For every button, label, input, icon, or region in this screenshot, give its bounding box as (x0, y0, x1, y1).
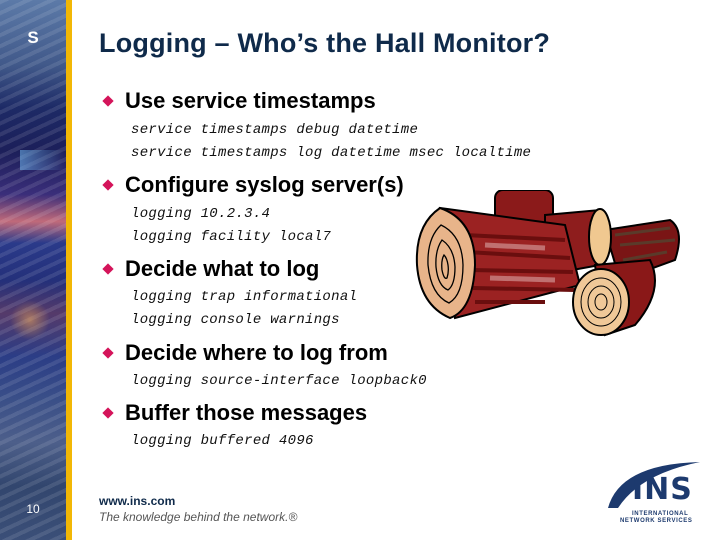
diamond-bullet-icon (102, 263, 114, 275)
sidebar-photo: S 10 (0, 0, 66, 540)
footer-url[interactable]: www.ins.com (99, 494, 175, 508)
bullet-item: Decide where to log from (102, 340, 388, 366)
logo-line1: INTERNATIONAL (632, 511, 689, 517)
slide-title: Logging – Who’s the Hall Monitor? (99, 28, 551, 58)
command-line: logging source-interface loopback0 (131, 373, 427, 389)
footer-tagline: The knowledge behind the network.® (99, 510, 298, 524)
bullet-heading: Decide where to log from (125, 340, 388, 365)
command-line: service timestamps log datetime msec loc… (131, 145, 532, 161)
sidebar-photo-highlight (10, 300, 50, 340)
logs-clipart-icon (415, 190, 680, 337)
bullet-heading: Decide what to log (125, 256, 320, 281)
logo-line2: NETWORK SERVICES (620, 518, 693, 524)
diamond-bullet-icon (102, 347, 114, 359)
command-line: logging buffered 4096 (131, 433, 314, 449)
diamond-bullet-icon (102, 95, 114, 107)
bullet-item: Configure syslog server(s) (102, 172, 404, 198)
bullet-heading: Configure syslog server(s) (125, 172, 404, 197)
diamond-bullet-icon (102, 179, 114, 191)
command-line: logging console warnings (131, 312, 340, 328)
command-line: logging facility local7 (131, 229, 332, 245)
diamond-bullet-icon (102, 407, 114, 419)
gold-stripe (66, 0, 72, 540)
command-line: logging 10.2.3.4 (131, 206, 271, 222)
bullet-heading: Buffer those messages (125, 400, 368, 425)
bullet-item: Buffer those messages (102, 400, 368, 426)
page-number: 10 (26, 502, 40, 516)
sidebar-letter: S (27, 28, 39, 47)
command-line: service timestamps debug datetime (131, 122, 419, 138)
bullet-item: Decide what to log (102, 256, 320, 282)
command-line: logging trap informational (131, 289, 358, 305)
bullet-item: Use service timestamps (102, 88, 376, 114)
bullet-heading: Use service timestamps (125, 88, 376, 113)
sidebar-photo-highlight (20, 150, 66, 170)
logo-letters: INS (632, 472, 693, 507)
